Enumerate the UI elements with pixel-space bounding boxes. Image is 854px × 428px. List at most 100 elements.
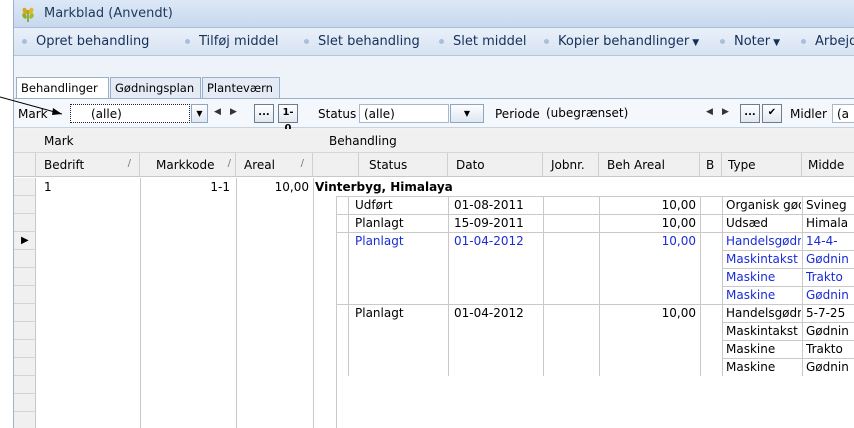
menu-label: Slet middel <box>453 34 527 49</box>
cell-type[interactable]: Maskine <box>726 288 801 302</box>
prev-arrow-icon[interactable]: ◀ <box>214 107 221 117</box>
sort-icon: / <box>300 158 304 169</box>
row-indicator[interactable] <box>14 178 36 196</box>
row-indicator[interactable] <box>14 358 36 376</box>
cell-middel[interactable]: 5-7-25 <box>806 306 854 320</box>
band-behandling: Behandling <box>313 129 854 153</box>
row-indicator[interactable] <box>14 268 36 286</box>
row-indicator[interactable] <box>14 340 36 358</box>
cell-type[interactable]: Handelsgødnin <box>726 234 801 248</box>
column-header-type[interactable]: Type <box>722 153 802 177</box>
cell-type[interactable]: Udsæd <box>726 216 801 230</box>
cell-markkode[interactable]: 1-1 <box>140 180 230 194</box>
range-icon-button[interactable]: 1-0 <box>278 104 298 134</box>
sort-icon: / <box>227 158 231 169</box>
row-indicator[interactable] <box>14 214 36 232</box>
cell-type[interactable]: Maskine <box>726 342 801 356</box>
column-header-jobnr[interactable]: Jobnr. <box>543 153 599 177</box>
cell-dato[interactable]: 01-08-2011 <box>454 198 524 212</box>
cell-divider <box>543 196 544 214</box>
menu-slet-behandling[interactable]: Slet behandling <box>304 34 420 49</box>
menu-tilfoej-middel[interactable]: Tilføj middel <box>185 34 278 49</box>
column-header-status[interactable]: Status <box>359 153 448 177</box>
cell-type[interactable]: Maskintakst <box>726 252 801 266</box>
cell-status[interactable]: Planlagt <box>355 216 404 230</box>
row-indicator[interactable] <box>14 376 36 394</box>
cell-type[interactable]: Organisk gødni <box>726 198 801 212</box>
cell-status[interactable]: Udført <box>355 198 393 212</box>
cell-bedrift[interactable]: 1 <box>44 180 52 194</box>
menu-slet-middel[interactable]: Slet middel <box>439 34 526 49</box>
confirm-check-button[interactable]: ✔ <box>762 104 782 123</box>
cell-middel[interactable]: Trakto <box>806 270 854 284</box>
tab-plantevaern[interactable]: Planteværn <box>202 77 280 98</box>
periode-ellipsis-button[interactable]: ... <box>740 104 760 123</box>
column-header-bedrift[interactable]: Bedrift / <box>36 153 140 177</box>
cell-divider <box>448 214 449 232</box>
row-indicator[interactable] <box>14 286 36 304</box>
cell-dato[interactable]: 01-04-2012 <box>454 234 524 248</box>
cell-dato[interactable]: 01-04-2012 <box>454 306 524 320</box>
band-mark: Mark <box>14 129 313 153</box>
menu-arbejd[interactable]: Arbejd <box>801 34 854 49</box>
row-indicator[interactable] <box>14 412 36 428</box>
cell-middel[interactable]: Himala <box>806 216 854 230</box>
item-divider <box>722 340 854 341</box>
mark-filter-combo[interactable]: (alle) <box>70 104 190 123</box>
cell-middel[interactable]: 14-4- <box>806 234 854 248</box>
cell-type[interactable]: Maskine <box>726 270 801 284</box>
mark-dropdown-button[interactable]: ▼ <box>191 104 208 123</box>
periode-next-arrow-icon[interactable]: ▶ <box>722 107 729 117</box>
cell-divider <box>448 304 449 376</box>
column-header-areal[interactable]: Areal / <box>236 153 313 177</box>
column-divider <box>140 178 141 428</box>
row-indicator[interactable] <box>14 304 36 322</box>
cell-middel[interactable]: Gødnin <box>806 324 854 338</box>
mark-ellipsis-button[interactable]: ... <box>254 104 274 123</box>
cell-status[interactable]: Planlagt <box>355 234 404 248</box>
menu-noter[interactable]: Noter ▼ <box>720 34 780 49</box>
cell-beh-areal[interactable]: 10,00 <box>599 198 696 212</box>
cell-type[interactable]: Maskine <box>726 360 801 374</box>
cell-middel[interactable]: Gødnin <box>806 360 854 374</box>
cell-beh-areal[interactable]: 10,00 <box>599 216 696 230</box>
column-header-b[interactable]: B <box>700 153 722 177</box>
cell-beh-areal[interactable]: 10,00 <box>599 306 696 320</box>
cell-status[interactable]: Planlagt <box>355 306 404 320</box>
status-dropdown-button[interactable]: ▼ <box>450 104 484 123</box>
cell-beh-areal[interactable]: 10,00 <box>599 234 696 248</box>
periode-prev-arrow-icon[interactable]: ◀ <box>706 107 713 117</box>
cell-divider <box>700 232 701 304</box>
cell-middel[interactable]: Gødnin <box>806 252 854 266</box>
status-filter-combo[interactable]: (alle) <box>359 104 449 123</box>
column-header-beh-areal[interactable]: Beh Areal <box>599 153 700 177</box>
column-header-midde[interactable]: Midde <box>802 153 854 177</box>
row-indicator[interactable] <box>14 196 36 214</box>
row-indicator[interactable]: ▶ <box>14 232 36 250</box>
item-divider <box>722 322 854 323</box>
row-indicator[interactable] <box>14 250 36 268</box>
tab-goedningsplan[interactable]: Gødningsplan <box>110 77 201 98</box>
cell-divider <box>700 304 701 376</box>
cell-type[interactable]: Handelsgødnin <box>726 306 801 320</box>
row-indicator[interactable] <box>14 322 36 340</box>
cell-divider <box>543 214 544 232</box>
cell-type[interactable]: Maskintakst <box>726 324 801 338</box>
cell-middel[interactable]: Svineg <box>806 198 854 212</box>
bullet-icon <box>185 39 190 44</box>
menu-kopier-behandlinger[interactable]: Kopier behandlinger ▼ <box>544 34 699 49</box>
tab-behandlinger[interactable]: Behandlinger <box>16 77 109 99</box>
row-indicator[interactable] <box>14 394 36 412</box>
column-header-markkode[interactable]: Markkode / <box>140 153 236 177</box>
cell-dato[interactable]: 15-09-2011 <box>454 216 524 230</box>
column-header-dato[interactable]: Dato <box>448 153 543 177</box>
cell-divider <box>348 214 349 232</box>
cell-middel[interactable]: Gødnin <box>806 288 854 302</box>
midler-filter-combo[interactable]: (a <box>832 104 854 123</box>
cell-divider <box>700 214 701 232</box>
cell-middel[interactable]: Trakto <box>806 342 854 356</box>
next-arrow-icon[interactable]: ▶ <box>230 107 237 117</box>
cell-areal[interactable]: 10,00 <box>236 180 309 194</box>
periode-filter-value[interactable]: (ubegrænset) <box>542 104 692 123</box>
menu-opret-behandling[interactable]: Opret behandling <box>22 34 149 49</box>
